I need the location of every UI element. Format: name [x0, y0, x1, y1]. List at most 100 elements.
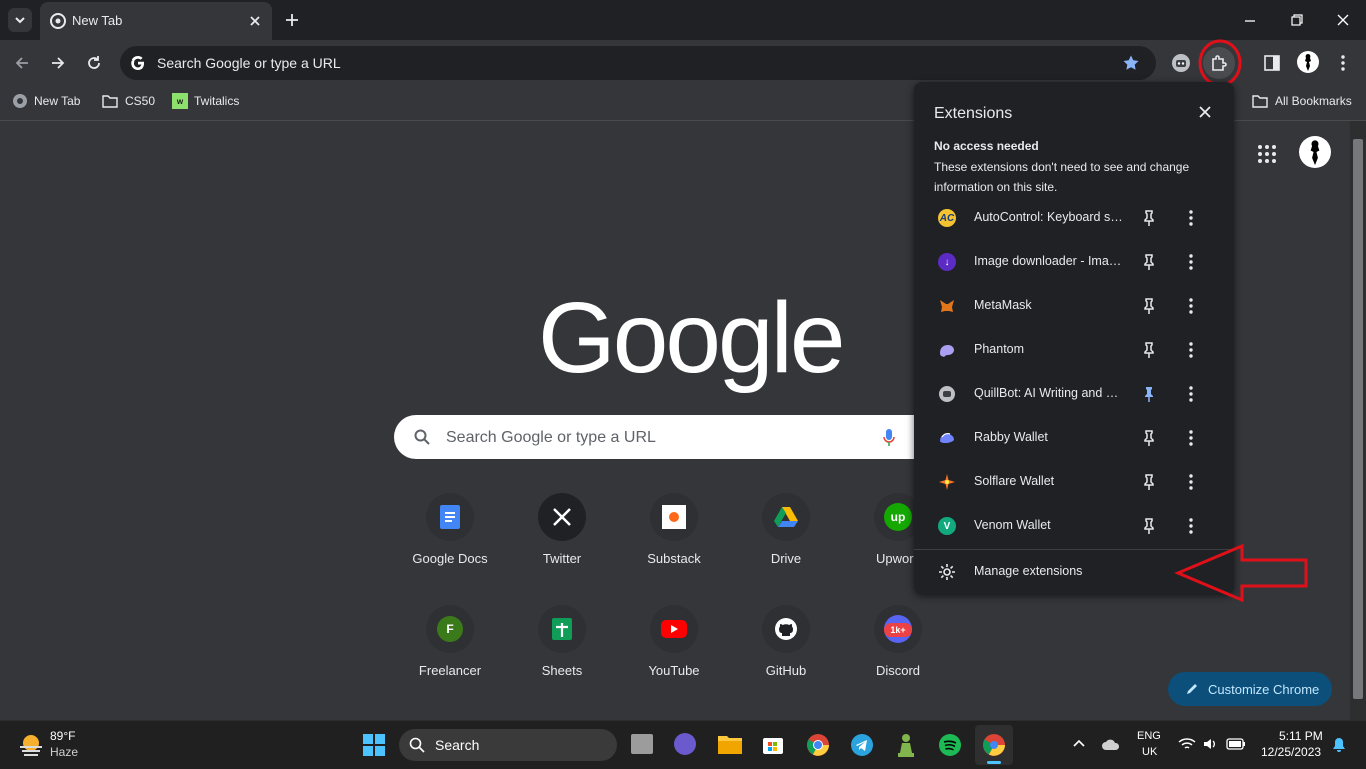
- shortcut-github[interactable]: GitHub: [730, 603, 842, 715]
- shortcut-twitter[interactable]: Twitter: [506, 491, 618, 603]
- page-profile-avatar[interactable]: [1299, 136, 1331, 168]
- extension-item-phantom[interactable]: Phantom: [914, 328, 1234, 372]
- extension-item-rabby[interactable]: Rabby Wallet: [914, 416, 1234, 460]
- metamask-fox-icon: [938, 297, 956, 315]
- more-options-icon[interactable]: [1184, 340, 1198, 360]
- extension-item-autocontrol[interactable]: AC AutoControl: Keyboard sh...: [914, 196, 1234, 240]
- chevron-down-icon: [15, 17, 25, 24]
- restore-icon[interactable]: [1290, 13, 1304, 27]
- extension-item-image-downloader[interactable]: ↓ Image downloader - Imag...: [914, 240, 1234, 284]
- pin-icon[interactable]: [1140, 297, 1158, 315]
- close-icon[interactable]: [1198, 105, 1212, 119]
- onedrive-icon[interactable]: [1101, 737, 1121, 751]
- tab-new-tab[interactable]: New Tab: [40, 2, 272, 40]
- bookmark-folder-cs50[interactable]: CS50: [101, 93, 155, 109]
- chrome-icon: [50, 13, 66, 29]
- more-options-icon[interactable]: [1184, 208, 1198, 228]
- page-scrollbar[interactable]: [1350, 121, 1366, 720]
- all-bookmarks-button[interactable]: All Bookmarks: [1251, 93, 1352, 109]
- more-options-icon[interactable]: [1184, 384, 1198, 404]
- side-panel-icon[interactable]: [1263, 54, 1281, 72]
- more-options-icon[interactable]: [1184, 252, 1198, 272]
- address-bar-text: Search Google or type a URL: [157, 55, 341, 71]
- pin-icon[interactable]: [1140, 253, 1158, 271]
- google-logo: Google: [538, 282, 845, 394]
- pin-icon[interactable]: [1140, 341, 1158, 359]
- clock-date: 12/25/2023: [1261, 745, 1322, 759]
- lang-region: UK: [1142, 746, 1158, 758]
- new-tab-icon[interactable]: [284, 12, 300, 28]
- pin-icon[interactable]: [1140, 209, 1158, 227]
- weather-widget[interactable]: 89°F Haze: [14, 727, 104, 763]
- language-indicator[interactable]: ENG UK: [1134, 729, 1166, 761]
- volume-icon[interactable]: [1202, 737, 1218, 751]
- shortcut-upwork[interactable]: up Upwork: [842, 491, 914, 603]
- drive-icon: [762, 493, 810, 541]
- extension-item-solflare[interactable]: Solflare Wallet: [914, 460, 1234, 504]
- all-bookmarks-label: All Bookmarks: [1275, 94, 1352, 108]
- more-options-icon[interactable]: [1184, 472, 1198, 492]
- close-tab-icon[interactable]: [248, 14, 262, 28]
- microphone-icon[interactable]: [882, 428, 896, 448]
- shortcut-substack[interactable]: Substack: [618, 491, 730, 603]
- telegram-icon[interactable]: [850, 733, 874, 757]
- more-options-icon[interactable]: [1184, 428, 1198, 448]
- back-icon[interactable]: [13, 54, 31, 72]
- task-view-icon[interactable]: [631, 734, 653, 754]
- bookmark-star-icon[interactable]: [1122, 54, 1140, 72]
- spotify-icon[interactable]: [938, 733, 962, 757]
- shortcut-drive[interactable]: Drive: [730, 491, 842, 603]
- shortcut-sheets[interactable]: Sheets: [506, 603, 618, 715]
- shortcut-freelancer[interactable]: F Freelancer: [394, 603, 506, 715]
- address-bar[interactable]: Search Google or type a URL: [120, 46, 1156, 80]
- extension-item-venom[interactable]: V Venom Wallet: [914, 504, 1234, 548]
- pin-icon[interactable]: [1140, 429, 1158, 447]
- tab-search-button[interactable]: [8, 8, 32, 32]
- minimize-icon[interactable]: [1243, 14, 1257, 28]
- chrome-taskbar-icon[interactable]: [806, 733, 830, 757]
- profile-avatar[interactable]: [1297, 51, 1319, 73]
- reload-icon[interactable]: [85, 54, 103, 72]
- scrollbar-thumb[interactable]: [1353, 139, 1363, 699]
- shortcut-youtube[interactable]: YouTube: [618, 603, 730, 715]
- windows-start-icon[interactable]: [362, 733, 386, 757]
- more-options-icon[interactable]: [1184, 296, 1198, 316]
- clock[interactable]: 5:11 PM 12/25/2023: [1258, 727, 1330, 763]
- battery-icon[interactable]: [1226, 737, 1246, 751]
- shortcut-label: Drive: [770, 551, 802, 566]
- pencil-icon: [1187, 684, 1197, 694]
- menu-kebab-icon[interactable]: [1333, 53, 1353, 73]
- microsoft-store-icon[interactable]: [762, 733, 784, 755]
- extension-item-quillbot[interactable]: QuillBot: AI Writing and Gr...: [914, 372, 1234, 416]
- shortcut-google-docs[interactable]: Google Docs: [394, 491, 506, 603]
- extensions-subheading: No access needed: [934, 139, 1039, 153]
- notification-bell-icon[interactable]: [1331, 737, 1347, 753]
- close-window-icon[interactable]: [1336, 13, 1350, 27]
- shortcut-label: Upwork: [875, 551, 914, 566]
- pin-icon[interactable]: [1140, 517, 1158, 535]
- active-chrome-app[interactable]: [975, 725, 1013, 765]
- pinned-icon[interactable]: [1140, 385, 1158, 403]
- wifi-icon[interactable]: [1178, 737, 1196, 751]
- chess-pawn-icon[interactable]: [895, 732, 917, 758]
- avatar-figure-icon: [1305, 54, 1311, 71]
- quillbot-pinned-button[interactable]: [1170, 52, 1192, 74]
- shortcut-discord[interactable]: 1k+ Discord: [842, 603, 954, 715]
- show-hidden-icons-chevron[interactable]: [1072, 738, 1086, 748]
- pin-icon[interactable]: [1140, 473, 1158, 491]
- extension-item-metamask[interactable]: MetaMask: [914, 284, 1234, 328]
- meet-video-icon[interactable]: [674, 733, 696, 755]
- file-explorer-icon[interactable]: [717, 733, 743, 755]
- extension-name: QuillBot: AI Writing and Gr...: [974, 386, 1124, 400]
- bookmark-twitalics[interactable]: w Twitalics: [172, 93, 239, 109]
- rabby-icon: [938, 429, 956, 447]
- forward-icon[interactable]: [49, 54, 67, 72]
- bookmark-new-tab[interactable]: New Tab: [12, 93, 80, 109]
- taskbar-search[interactable]: Search: [399, 729, 617, 761]
- chrome-profile-taskbar-icon: [983, 734, 1005, 756]
- google-apps-icon[interactable]: [1257, 144, 1277, 164]
- search-box[interactable]: Search Google or type a URL: [394, 415, 972, 459]
- customize-chrome-button[interactable]: Customize Chrome: [1168, 672, 1332, 706]
- active-indicator: [987, 761, 1001, 764]
- more-options-icon[interactable]: [1184, 516, 1198, 536]
